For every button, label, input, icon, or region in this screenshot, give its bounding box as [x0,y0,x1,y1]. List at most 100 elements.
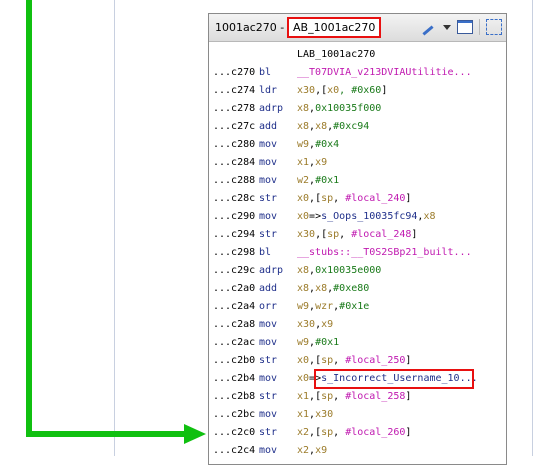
operand-token[interactable]: x2 [297,445,309,456]
operand-token[interactable]: w9 [297,301,309,312]
instruction-operands[interactable]: w2,#0x1 [297,172,339,190]
operand-token[interactable]: w9 [297,139,309,150]
instruction-row[interactable]: ...c294 str x30,[sp, #local_248] [209,226,506,244]
instruction-row[interactable]: ...c29c adrp x8,0x10035e000 [209,262,506,280]
instruction-operands[interactable]: x1,x9 [297,154,327,172]
operand-token[interactable]: sp [327,229,339,240]
operand-token[interactable]: #0x1e [339,301,369,312]
operand-token[interactable]: #local_258 [345,391,405,402]
instruction-operands[interactable]: w9,#0x4 [297,136,339,154]
instruction-mnemonic[interactable]: mov [259,370,277,388]
instruction-mnemonic[interactable]: mov [259,316,277,334]
disassembly-listing[interactable]: LAB_1001ac270 ...c270 bl __T07DVIA_v213DVI… [209,42,506,460]
block-title-label[interactable]: AB_1001ac270 [287,17,382,38]
instruction-mnemonic[interactable]: bl [259,244,271,262]
instruction-mnemonic[interactable]: adrp [259,100,283,118]
instruction-mnemonic[interactable]: str [259,190,277,208]
instruction-operands[interactable]: x1,x30 [297,406,333,424]
instruction-operands[interactable]: x2,[sp, #local_260] [297,424,411,442]
instruction-mnemonic[interactable]: bl [259,64,271,82]
operand-token[interactable]: x8 [423,211,435,222]
instruction-operands[interactable]: x0,[sp, #local_250] [297,352,411,370]
operand-token[interactable]: ,[ [309,427,321,438]
operand-token[interactable]: ,[ [309,193,321,204]
instruction-operands[interactable]: x2,x9 [297,442,327,460]
operand-token[interactable]: x30 [297,229,315,240]
operand-token[interactable]: 0x10035e000 [315,265,381,276]
operand-token[interactable]: ] [381,85,387,96]
operand-token[interactable]: sp [321,391,333,402]
instruction-row[interactable]: ...c2b8 str x1,[sp, #local_258] [209,388,506,406]
instruction-mnemonic[interactable]: mov [259,406,277,424]
dropdown-caret-icon[interactable] [443,24,451,30]
label-row[interactable]: LAB_1001ac270 [209,46,506,64]
operand-token[interactable]: x1 [297,391,309,402]
operand-token[interactable]: #0x1 [315,175,339,186]
instruction-mnemonic[interactable]: str [259,352,277,370]
operand-token[interactable]: x8 [297,265,309,276]
instruction-operands[interactable]: w9,#0x1 [297,334,339,352]
operand-token[interactable]: #0xe80 [333,283,369,294]
instruction-mnemonic[interactable]: str [259,226,277,244]
operand-token[interactable]: #local_250 [345,355,405,366]
operand-token[interactable]: x0 [327,85,339,96]
instruction-mnemonic[interactable]: ldr [259,82,277,100]
instruction-operands[interactable]: x30,x9 [297,316,333,334]
instruction-mnemonic[interactable]: adrp [259,262,283,280]
operand-token[interactable]: , [333,193,345,204]
snapshot-icon[interactable] [486,19,502,35]
instruction-mnemonic[interactable]: add [259,118,277,136]
edit-icon[interactable] [421,20,437,34]
instruction-mnemonic[interactable]: mov [259,172,277,190]
operand-token[interactable]: x0 [297,211,309,222]
instruction-row[interactable]: ...c274 ldr x30,[x0, #0x60] [209,82,506,100]
operand-token[interactable]: ] [411,229,417,240]
instruction-row[interactable]: ...c290 mov x0=>s_Oops_10035fc94,x8 [209,208,506,226]
operand-token[interactable]: x9 [315,157,327,168]
operand-token[interactable]: x0 [297,373,309,384]
operand-token[interactable]: sp [321,427,333,438]
instruction-mnemonic[interactable]: mov [259,136,277,154]
instruction-mnemonic[interactable]: str [259,424,277,442]
operand-token[interactable]: ] [405,193,411,204]
operand-token[interactable]: #0x4 [315,139,339,150]
operand-token[interactable]: , #0x60 [339,85,381,96]
operand-token[interactable]: ] [405,427,411,438]
instruction-row[interactable]: ...c270 bl __T07DVIA_v213DVIAUtilitie... [209,64,506,82]
instruction-operands[interactable]: __T07DVIA_v213DVIAUtilitie... [297,64,472,82]
code-block-window[interactable]: 1001ac270 - AB_1001ac270 LAB_1001ac270 .… [208,13,507,465]
instruction-operands[interactable]: x8,0x10035e000 [297,262,381,280]
instruction-row[interactable]: ...c2bc mov x1,x30 [209,406,506,424]
operand-token[interactable]: x30 [297,85,315,96]
operand-token[interactable]: ] [405,355,411,366]
instruction-row[interactable]: ...c2a0 add x8,x8,#0xe80 [209,280,506,298]
operand-token[interactable]: x0 [297,355,309,366]
operand-token[interactable]: #local_248 [351,229,411,240]
instruction-operands[interactable]: x1,[sp, #local_258] [297,388,411,406]
instruction-mnemonic[interactable]: mov [259,208,277,226]
instruction-operands[interactable]: __stubs::__T0S2SBp21_built... [297,244,472,262]
operand-token[interactable]: #local_260 [345,427,405,438]
instruction-row[interactable]: ...c2b0 str x0,[sp, #local_250] [209,352,506,370]
instruction-mnemonic[interactable]: add [259,280,277,298]
instruction-row[interactable]: ...c288 mov w2,#0x1 [209,172,506,190]
operand-token[interactable]: x8 [297,283,309,294]
window-icon[interactable] [457,20,473,34]
operand-token[interactable]: ,[ [309,355,321,366]
instruction-row[interactable]: ...c27c add x8,x8,#0xc94 [209,118,506,136]
operand-token[interactable]: ,[ [315,85,327,96]
operand-token[interactable]: sp [321,193,333,204]
operand-token[interactable]: x1 [297,409,309,420]
operand-token[interactable]: => [309,211,321,222]
instruction-operands[interactable]: w9,wzr,#0x1e [297,298,369,316]
operand-token[interactable]: #0x1 [315,337,339,348]
operand-token[interactable]: ,[ [309,391,321,402]
operand-token[interactable]: #0xc94 [333,121,369,132]
operand-token[interactable]: s_Oops_10035fc94 [321,211,417,222]
operand-token[interactable]: , [339,229,351,240]
instruction-mnemonic[interactable]: mov [259,154,277,172]
operand-token[interactable]: x30 [297,319,315,330]
instruction-mnemonic[interactable]: mov [259,334,277,352]
instruction-row[interactable]: ...c280 mov w9,#0x4 [209,136,506,154]
operand-token[interactable]: x30 [315,409,333,420]
